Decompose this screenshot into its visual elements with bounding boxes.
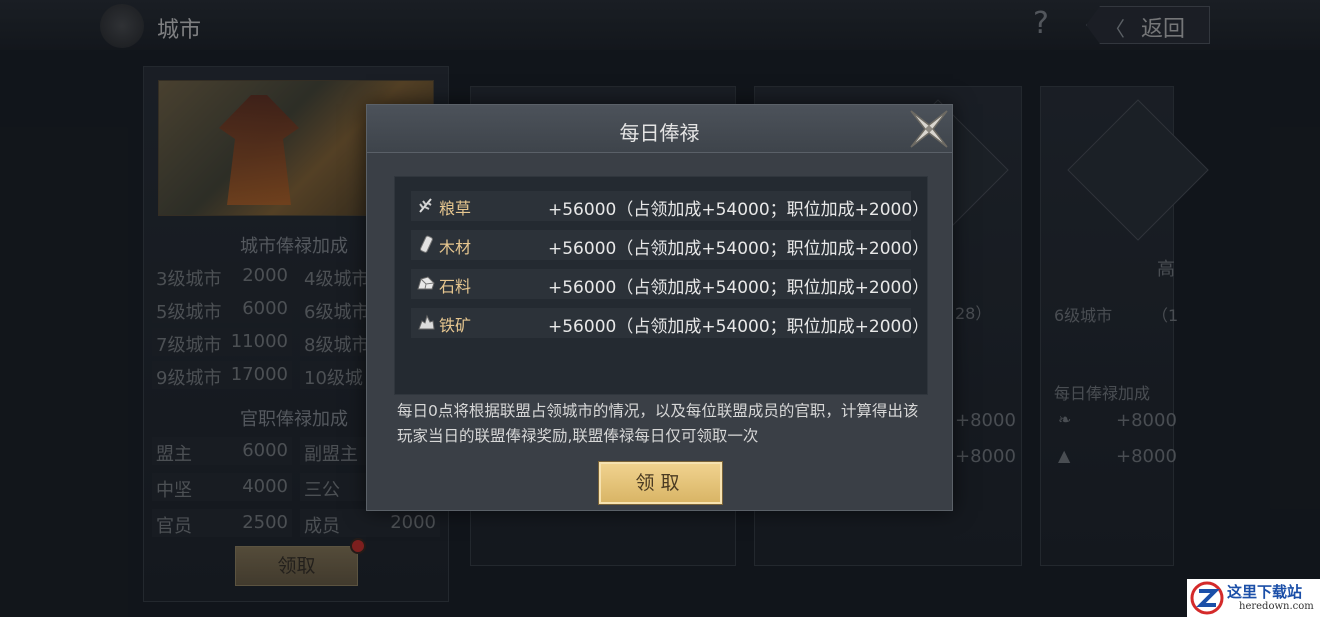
daily-salary-dialog: 每日俸禄 粮草 +56000（占领加成+54000；职位加成+2000） 木材 … [366,104,953,511]
resource-value: +56000（占领加成+54000；职位加成+2000） [548,200,930,220]
resource-value: +56000（占领加成+54000；职位加成+2000） [548,239,930,259]
close-button[interactable] [907,107,951,151]
resource-row: 铁矿 +56000（占领加成+54000；职位加成+2000） [411,308,929,338]
grain-icon [419,198,432,213]
resource-list: 粮草 +56000（占领加成+54000；职位加成+2000） 木材 +5600… [394,176,929,395]
resource-value: +56000（占领加成+54000；职位加成+2000） [548,317,930,337]
wood-icon [420,235,433,253]
resource-label: 粮草 [439,199,472,218]
dialog-title: 每日俸禄 [619,121,700,145]
iron-icon [418,314,435,330]
dialog-description: 每日0点将根据联盟占领城市的情况，以及每位联盟成员的官职，计算得出该玩家当日的联… [397,402,919,445]
resource-value: +56000（占领加成+54000；职位加成+2000） [548,278,930,298]
watermark-text: 这里下载站 [1227,583,1303,601]
site-watermark: 这里下载站 heredown.com [1187,579,1320,617]
resource-label: 石料 [439,277,472,296]
watermark-url: heredown.com [1239,601,1314,612]
watermark-logo-icon [1190,581,1224,615]
resource-label: 铁矿 [439,316,472,335]
resource-row: 石料 +56000（占领加成+54000；职位加成+2000） [411,269,929,299]
resource-row: 粮草 +56000（占领加成+54000；职位加成+2000） [411,191,929,221]
claim-button[interactable]: 领取 [599,462,722,504]
dialog-header: 每日俸禄 [367,105,952,153]
resource-row: 木材 +56000（占领加成+54000；职位加成+2000） [411,230,929,260]
stone-icon [417,276,435,290]
close-icon [910,110,948,148]
resource-label: 木材 [439,238,472,257]
